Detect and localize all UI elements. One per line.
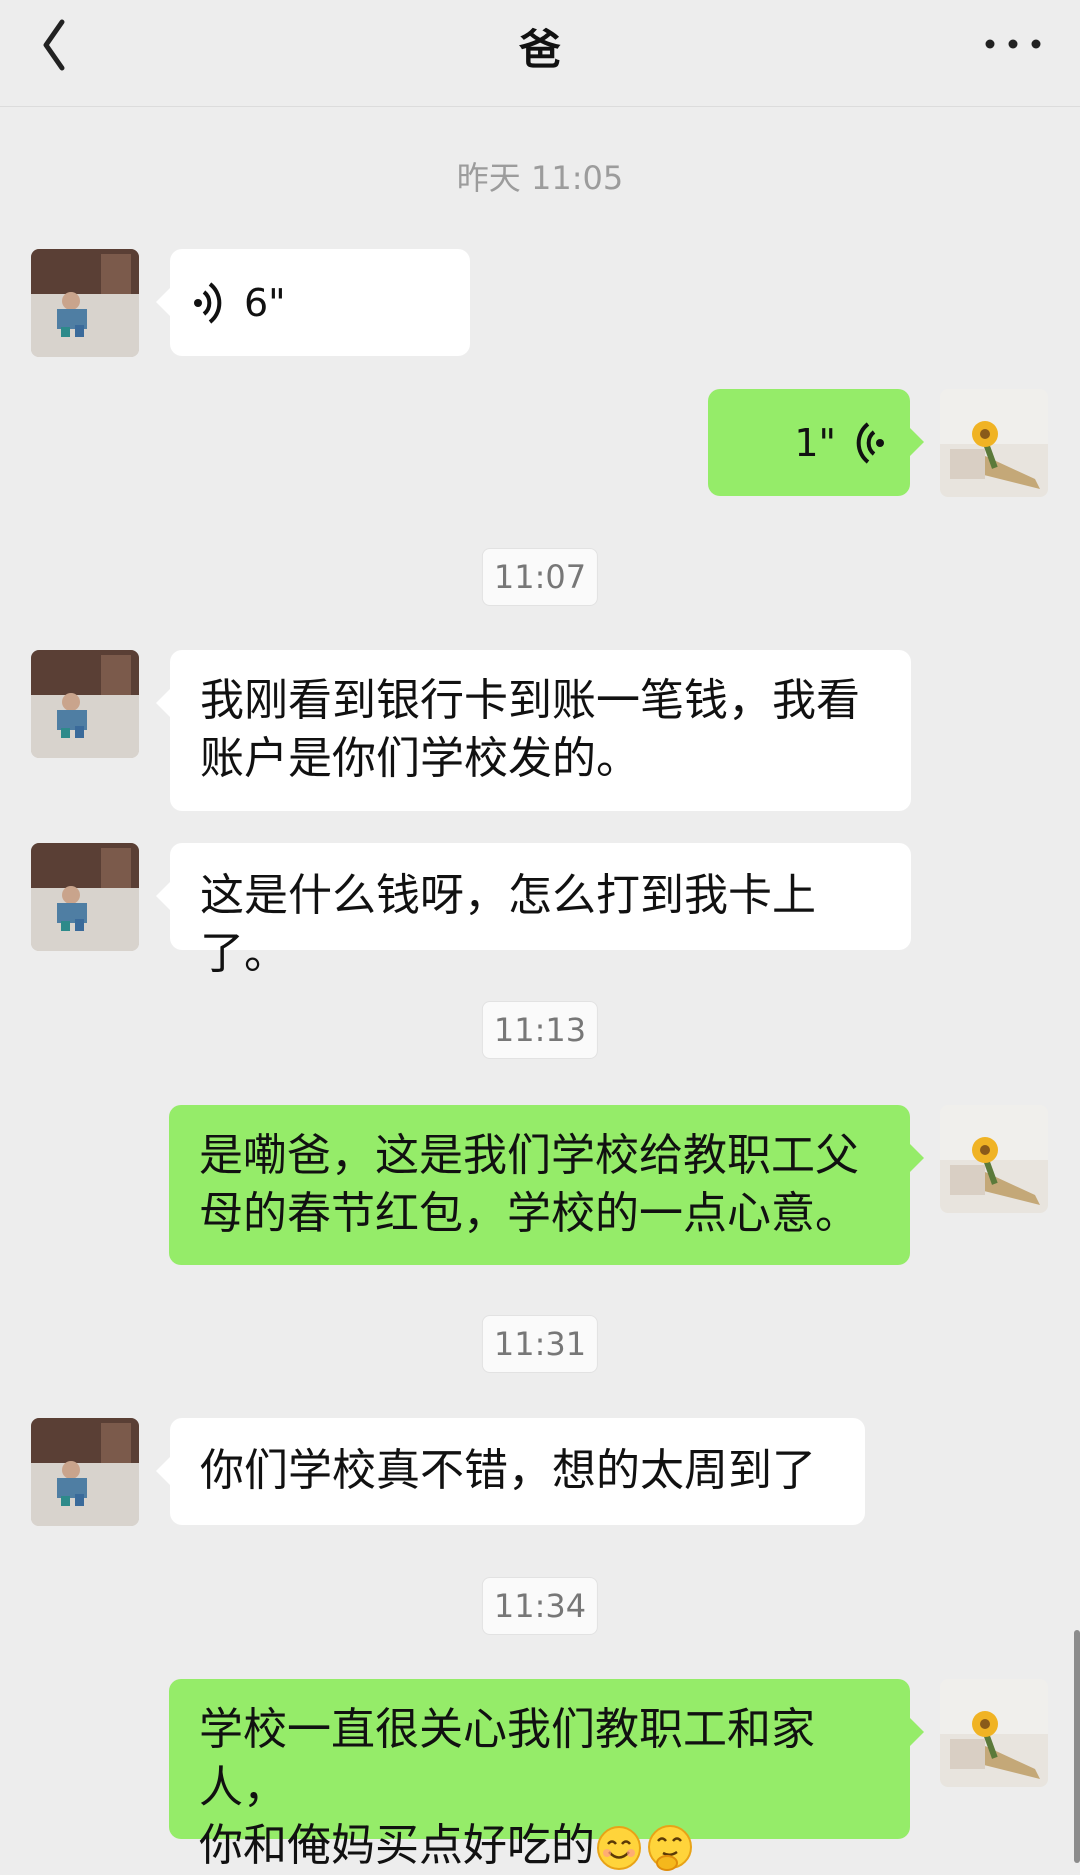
avatar-dad-image (31, 843, 139, 951)
voice-duration: 1" (794, 420, 836, 465)
avatar-me[interactable] (940, 1105, 1048, 1213)
smile-emoji-icon (597, 1826, 641, 1870)
message-line: 我刚看到银行卡到账一笔钱，我看 (200, 675, 860, 726)
message-line: 学校一直很关心我们教职工和家人， (199, 1704, 815, 1813)
thinking-emoji-icon (648, 1825, 692, 1871)
message-line: 账户是你们学校发的。 (200, 733, 640, 784)
message-line: 你们学校真不错，想的太周到了 (200, 1445, 816, 1496)
avatar-dad[interactable] (31, 249, 139, 357)
avatar-me[interactable] (940, 1679, 1048, 1787)
page-title: 爸 (518, 25, 561, 74)
more-icon (985, 39, 1041, 49)
voice-message-sent[interactable]: 1" (708, 389, 924, 496)
timestamp: 11:13 (481, 1001, 599, 1059)
scrollbar[interactable] (1074, 1630, 1080, 1863)
chat-header: 爸 (0, 0, 1080, 107)
voice-duration: 6" (244, 280, 286, 325)
timestamp: 11:07 (481, 548, 599, 606)
voice-wave-icon (856, 421, 884, 464)
chat-message-sent[interactable]: 是嘞爸，这是我们学校给教职工父 母的春节红包，学校的一点心意。 (169, 1105, 924, 1265)
timestamp: 11:31 (481, 1315, 599, 1373)
chat-message-received[interactable]: 这是什么钱呀，怎么打到我卡上了。 (156, 843, 911, 979)
avatar-me-image (940, 1105, 1048, 1213)
timestamp: 11:34 (481, 1577, 599, 1635)
avatar-me-image (940, 389, 1048, 497)
avatar-dad-image (31, 249, 139, 357)
avatar-me[interactable] (940, 389, 1048, 497)
message-line: 这是什么钱呀，怎么打到我卡上了。 (200, 870, 816, 979)
chat-message-received[interactable]: 我刚看到银行卡到账一笔钱，我看 账户是你们学校发的。 (156, 650, 911, 811)
more-button[interactable] (978, 18, 1048, 78)
avatar-me-image (940, 1679, 1048, 1787)
avatar-dad[interactable] (31, 843, 139, 951)
avatar-dad[interactable] (31, 1418, 139, 1526)
message-line: 是嘞爸，这是我们学校给教职工父 (199, 1130, 859, 1181)
avatar-dad-image (31, 650, 139, 758)
timestamp: 昨天 11:05 (456, 159, 624, 197)
voice-wave-icon (194, 281, 222, 324)
avatar-dad-image (31, 1418, 139, 1526)
message-line: 母的春节红包，学校的一点心意。 (199, 1188, 859, 1239)
message-line: 你和俺妈买点好吃的 (199, 1820, 595, 1871)
avatar-dad[interactable] (31, 650, 139, 758)
chat-message-received[interactable]: 你们学校真不错，想的太周到了 (156, 1418, 865, 1525)
voice-message-received[interactable]: 6" (156, 249, 470, 356)
chat-message-sent[interactable]: 学校一直很关心我们教职工和家人， 你和俺妈买点好吃的 (169, 1679, 924, 1871)
